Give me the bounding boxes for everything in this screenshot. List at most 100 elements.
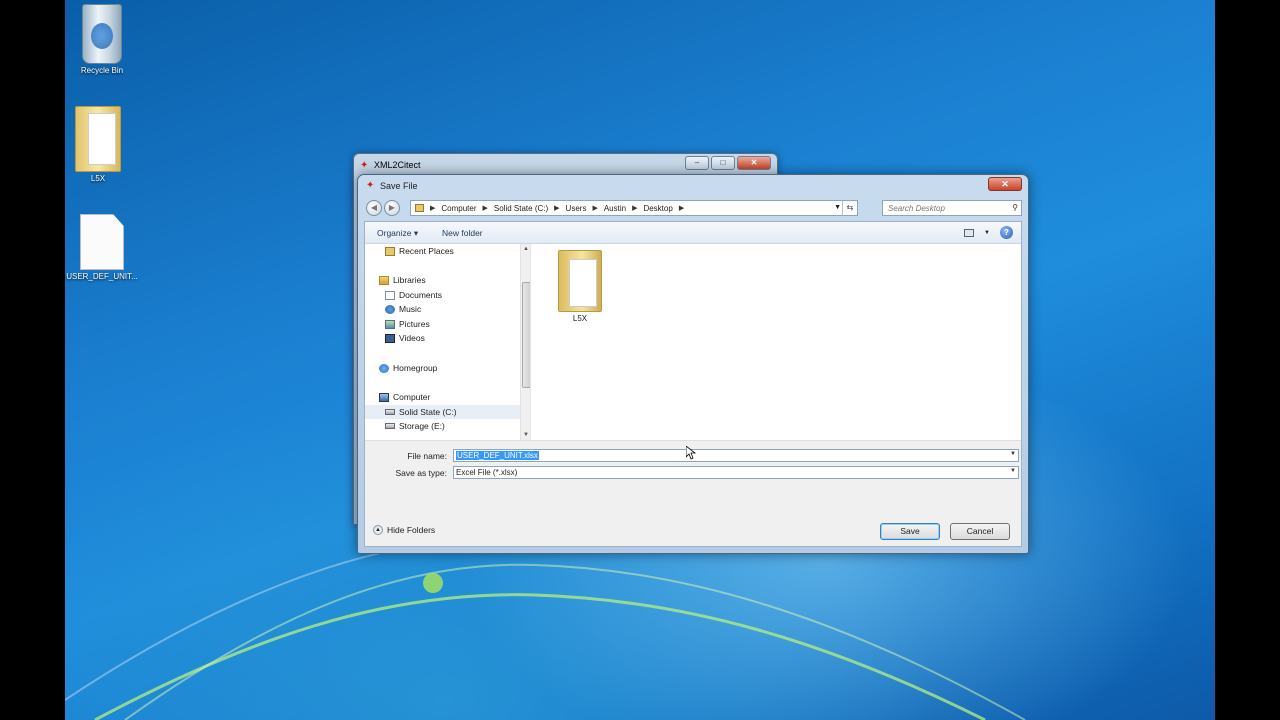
file-name-value: USER_DEF_UNIT.xlsx <box>456 451 539 460</box>
chevron-down-icon[interactable]: ▼ <box>834 204 841 211</box>
navigation-pane: Recent Places Libraries Documents Music … <box>365 244 531 440</box>
nav-item-storage[interactable]: Storage (E:) <box>385 419 445 433</box>
music-icon <box>385 304 395 314</box>
chevron-right-icon: ▶ <box>678 205 685 212</box>
dialog-title: Save File <box>380 181 418 191</box>
save-type-label: Save as type: <box>395 468 447 478</box>
desktop-icon-recycle-bin[interactable]: Recycle Bin <box>65 4 140 75</box>
new-folder-button[interactable]: New folder <box>442 228 483 238</box>
nav-item-label: Videos <box>399 333 425 343</box>
desktop-icon-label: Recycle Bin <box>80 66 124 75</box>
mouse-cursor <box>686 446 696 460</box>
address-row: ◀ ▶ ▶ Computer ▶ Solid State (C:) ▶ User… <box>364 199 1022 217</box>
file-list: L5X <box>532 244 1021 440</box>
nav-item-label: Storage (E:) <box>399 421 445 431</box>
hide-folders-button[interactable]: ▲ Hide Folders <box>373 525 435 535</box>
view-options-icon[interactable] <box>964 228 975 237</box>
videos-icon <box>385 333 395 343</box>
drive-icon <box>385 423 395 429</box>
maximize-button[interactable]: □ <box>711 156 735 170</box>
dialog-close-button[interactable]: ✕ <box>988 177 1022 191</box>
cancel-button[interactable]: Cancel <box>950 523 1010 540</box>
close-button[interactable]: ✕ <box>737 156 771 170</box>
nav-item-label: Music <box>399 304 422 314</box>
back-button[interactable]: ◀ <box>366 200 382 216</box>
chevron-right-icon: ▶ <box>554 205 560 212</box>
breadcrumb-solid-state[interactable]: Solid State (C:) <box>494 204 548 213</box>
excel-file-icon <box>80 214 124 270</box>
desktop-icon-label: L5X <box>90 174 106 183</box>
breadcrumb-users[interactable]: Users <box>566 204 587 213</box>
save-file-dialog: ✦ Save File ✕ ◀ ▶ ▶ Computer ▶ Solid Sta… <box>357 174 1029 554</box>
scroll-thumb[interactable] <box>522 282 530 388</box>
file-name-field[interactable]: USER_DEF_UNIT.xlsx ▼ <box>453 449 1019 462</box>
homegroup-icon <box>379 363 389 373</box>
nav-item-solid-state[interactable]: Solid State (C:) <box>365 405 520 419</box>
recent-places-icon <box>385 246 395 256</box>
refresh-icon[interactable]: ⇆ <box>842 201 857 215</box>
breadcrumb-computer[interactable]: Computer <box>441 204 476 213</box>
help-icon[interactable]: ? <box>1000 226 1013 239</box>
desktop-icon-l5x[interactable]: L5X <box>65 106 136 183</box>
nav-item-pictures[interactable]: Pictures <box>385 317 430 331</box>
computer-icon <box>379 392 389 402</box>
nav-item-label: Recent Places <box>399 246 454 256</box>
nav-item-label: Libraries <box>393 275 426 285</box>
address-bar[interactable]: ▶ Computer ▶ Solid State (C:) ▶ Users ▶ … <box>410 200 858 216</box>
dialog-body: Organize ▾ New folder ▼ ? Recent Places … <box>364 221 1022 547</box>
chevron-down-icon[interactable]: ▼ <box>984 230 990 236</box>
nav-item-videos[interactable]: Videos <box>385 331 425 345</box>
search-input[interactable]: Search Desktop ⚲ <box>882 200 1022 216</box>
libraries-icon <box>379 275 389 285</box>
nav-item-label: Pictures <box>399 319 430 329</box>
search-icon[interactable]: ⚲ <box>1012 203 1018 212</box>
caption-buttons: – □ ✕ <box>685 156 771 170</box>
scroll-down-icon[interactable]: ▼ <box>523 432 529 438</box>
chevron-down-icon[interactable]: ▼ <box>1010 451 1016 457</box>
window-title: XML2Citect <box>374 160 421 170</box>
chevron-right-icon: ▶ <box>592 205 598 212</box>
nav-item-recent-places[interactable]: Recent Places <box>385 244 454 258</box>
chevron-right-icon: ▶ <box>430 205 436 212</box>
search-placeholder: Search Desktop <box>888 204 945 213</box>
app-icon: ✦ <box>360 160 369 171</box>
nav-item-libraries[interactable]: Libraries <box>379 273 426 287</box>
command-toolbar: Organize ▾ New folder ▼ ? <box>365 222 1021 244</box>
folder-icon <box>558 250 602 312</box>
nav-item-label: Homegroup <box>393 363 438 373</box>
nav-item-label: Documents <box>399 290 442 300</box>
folder-small-icon <box>415 204 424 212</box>
chevron-right-icon: ▶ <box>632 205 638 212</box>
breadcrumb-austin[interactable]: Austin <box>604 204 626 213</box>
chevron-right-icon: ▶ <box>482 205 488 212</box>
chevron-down-icon[interactable]: ▼ <box>1010 468 1016 474</box>
file-name-label: File name: <box>407 451 447 461</box>
file-item-l5x[interactable]: L5X <box>552 250 608 323</box>
file-item-label: L5X <box>572 314 588 323</box>
save-type-select[interactable]: Excel File (*.xlsx) ▼ <box>453 466 1019 479</box>
nav-item-label: Solid State (C:) <box>399 407 457 417</box>
organize-button[interactable]: Organize ▾ <box>377 228 418 239</box>
documents-icon <box>385 290 395 300</box>
nav-item-music[interactable]: Music <box>385 302 421 316</box>
nav-item-label: Computer <box>393 392 431 402</box>
dialog-titlebar: ✦ Save File ✕ <box>358 175 1028 197</box>
scroll-up-icon[interactable]: ▲ <box>523 246 529 252</box>
recycle-bin-icon <box>82 4 122 64</box>
nav-item-documents[interactable]: Documents <box>385 288 442 302</box>
desktop-icon-excel-file[interactable]: USER_DEF_UNIT... <box>65 214 140 281</box>
save-type-value: Excel File (*.xlsx) <box>456 468 518 477</box>
forward-button[interactable]: ▶ <box>384 200 400 216</box>
save-button[interactable]: Save <box>880 523 940 540</box>
app-icon: ✦ <box>366 180 375 191</box>
minimize-button[interactable]: – <box>685 156 709 170</box>
nav-item-homegroup[interactable]: Homegroup <box>379 361 437 375</box>
drive-icon <box>385 409 395 415</box>
nav-item-computer[interactable]: Computer <box>379 390 430 404</box>
folder-icon <box>75 106 121 172</box>
hide-folders-label: Hide Folders <box>387 525 436 535</box>
chevron-up-icon: ▲ <box>373 525 383 535</box>
breadcrumb-desktop[interactable]: Desktop <box>643 204 672 213</box>
nav-scrollbar[interactable]: ▲ ▼ <box>520 244 530 440</box>
desktop-icon-label: USER_DEF_UNIT... <box>66 272 138 281</box>
